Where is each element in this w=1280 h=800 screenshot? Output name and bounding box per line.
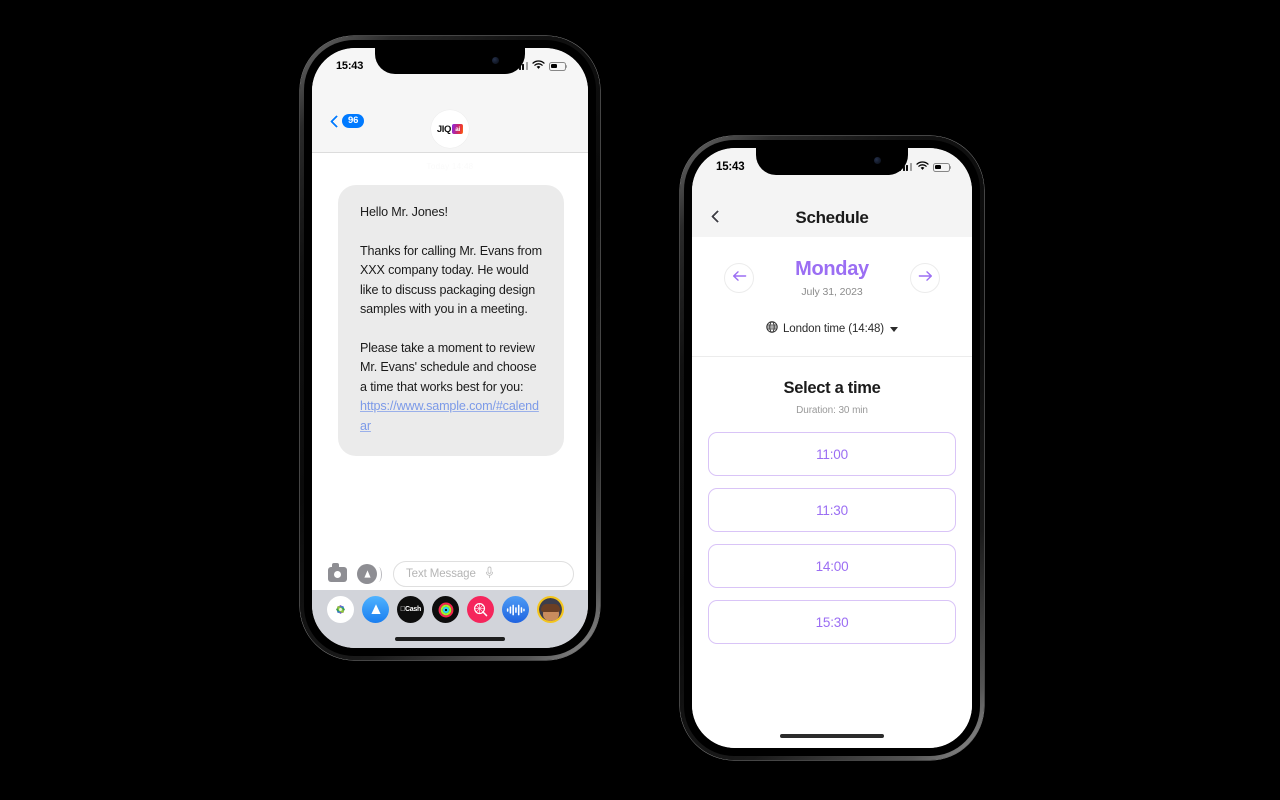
notch: [756, 148, 908, 175]
message-input-bar: Text Message: [312, 558, 588, 590]
logo-ai-badge: ai: [452, 124, 464, 134]
voice-memos-app-icon[interactable]: [502, 596, 529, 623]
fitness-app-icon[interactable]: [432, 596, 459, 623]
front-camera-icon: [492, 57, 499, 64]
bubble-paragraph-2-text: Please take a moment to review Mr. Evans…: [360, 340, 537, 394]
conversation-body: Today 14:48 Hello Mr. Jones! Thanks for …: [312, 153, 588, 558]
time-slot-button[interactable]: 14:00: [708, 544, 956, 588]
time-slot-list: 11:00 11:30 14:00 15:30: [692, 432, 972, 644]
bubble-paragraph-2: Please take a moment to review Mr. Evans…: [360, 339, 544, 437]
message-text-field[interactable]: Text Message: [393, 561, 574, 587]
memoji-app-icon[interactable]: [537, 596, 564, 623]
app-store-icon[interactable]: [357, 564, 382, 584]
home-indicator: [780, 733, 884, 738]
day-name: Monday: [795, 258, 869, 280]
status-bar-time: 15:43: [336, 60, 364, 72]
time-slot-button[interactable]: 15:30: [708, 600, 956, 644]
music-search-app-icon[interactable]: [467, 596, 494, 623]
notch: [375, 48, 525, 74]
next-day-button[interactable]: [910, 262, 940, 293]
logo-text: JIQ: [436, 123, 452, 135]
messages-phone-screen: 15:43 96 JIQ ai Today 14:48 Hello Mr. Jo…: [312, 48, 588, 648]
message-input-placeholder: Text Message: [406, 568, 476, 580]
status-bar-indicators: [899, 160, 952, 174]
timezone-label: London time (14:48): [782, 323, 885, 335]
front-camera-icon: [874, 157, 881, 164]
wifi-icon: [916, 160, 929, 174]
caret-down-icon: [890, 326, 899, 332]
contact-avatar[interactable]: JIQ ai: [431, 110, 469, 148]
messages-phone-frame: 15:43 96 JIQ ai Today 14:48 Hello Mr. Jo…: [300, 36, 600, 660]
battery-icon: [933, 162, 952, 172]
bubble-greeting: Hello Mr. Jones!: [360, 205, 448, 219]
time-slot-button[interactable]: 11:30: [708, 488, 956, 532]
arrow-left-icon: [732, 269, 747, 287]
camera-icon[interactable]: [328, 563, 347, 582]
schedule-body: Monday July 31, 2023 London time (14:48): [692, 237, 972, 748]
duration-label: Duration: 30 min: [796, 405, 868, 416]
message-bubble: Hello Mr. Jones! Thanks for calling Mr. …: [338, 185, 564, 456]
unread-count-badge: 96: [342, 114, 365, 128]
wifi-icon: [532, 59, 545, 73]
home-indicator: [395, 636, 505, 641]
calendar-link[interactable]: https://www.sample.com/#calendar: [360, 399, 539, 433]
schedule-phone-screen: 15:43 Schedule Monday July 31, 2023 Lond…: [692, 148, 972, 748]
microphone-icon[interactable]: [485, 566, 564, 582]
back-button[interactable]: 96: [330, 114, 365, 128]
apple-cash-app-icon[interactable]: Cash: [397, 596, 424, 623]
timezone-selector[interactable]: London time (14:48): [692, 320, 972, 338]
day-navigation: Monday July 31, 2023: [692, 257, 972, 298]
bubble-paragraph-1: Thanks for calling Mr. Evans from XXX co…: [360, 243, 542, 317]
previous-day-button[interactable]: [724, 262, 754, 293]
select-time-title: Select a time: [783, 379, 881, 397]
message-timestamp: Today 14:48: [426, 162, 474, 171]
time-slot-button[interactable]: 11:00: [708, 432, 956, 476]
jiq-ai-logo: JIQ ai: [436, 123, 464, 135]
photos-app-icon[interactable]: [327, 596, 354, 623]
section-divider: [692, 356, 972, 357]
schedule-phone-bezel: 15:43 Schedule Monday July 31, 2023 Lond…: [684, 140, 980, 756]
status-bar-time: 15:43: [716, 161, 745, 173]
selected-day: Monday July 31, 2023: [786, 257, 878, 298]
messages-phone-bezel: 15:43 96 JIQ ai Today 14:48 Hello Mr. Jo…: [304, 40, 596, 656]
battery-icon: [549, 61, 568, 71]
day-date: July 31, 2023: [801, 286, 863, 298]
globe-icon: [766, 320, 778, 338]
page-title: Schedule: [795, 208, 869, 227]
arrow-right-icon: [918, 269, 933, 287]
app-store-app-icon[interactable]: [362, 596, 389, 623]
schedule-phone-frame: 15:43 Schedule Monday July 31, 2023 Lond…: [680, 136, 984, 760]
chevron-left-icon: [330, 114, 343, 128]
